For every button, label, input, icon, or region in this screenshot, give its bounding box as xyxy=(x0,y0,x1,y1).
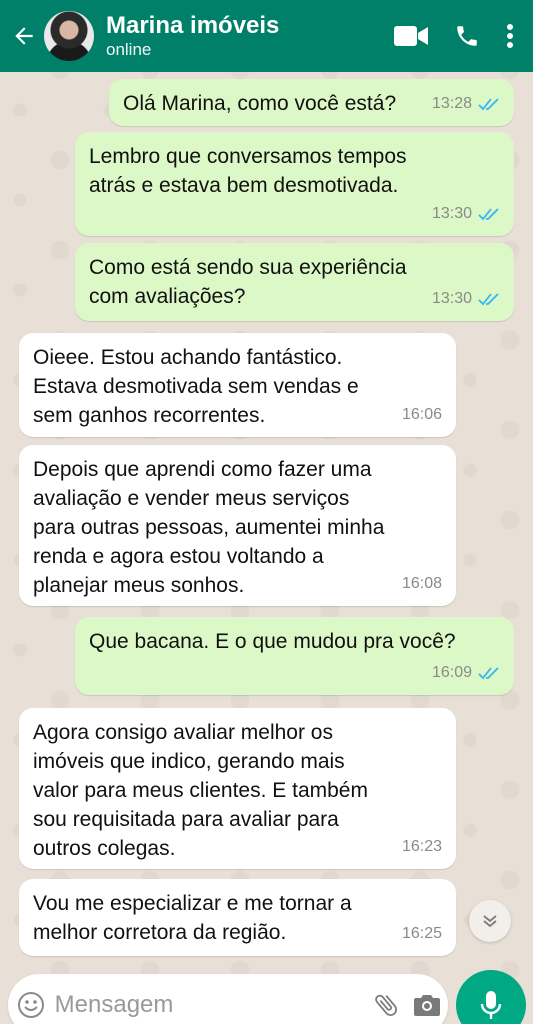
message-bubble-incoming[interactable]: Vou me especializar e me tornar a melhor… xyxy=(19,879,456,956)
message-meta: 16:08 xyxy=(402,569,442,598)
message-bubble-outgoing[interactable]: Olá Marina, como você está? 13:28 xyxy=(109,79,514,126)
message-text: Vou me especializar e me tornar a melhor… xyxy=(33,892,352,944)
message-time: 16:25 xyxy=(401,925,442,942)
double-check-icon xyxy=(478,207,499,220)
chevron-down-icon xyxy=(483,915,497,928)
back-button[interactable] xyxy=(4,0,44,72)
camera-icon xyxy=(414,995,441,1016)
more-options-button[interactable] xyxy=(495,0,525,72)
double-check-icon xyxy=(478,666,499,679)
double-check-icon xyxy=(478,97,499,110)
message-text: Lembro que conversamos tempos atrás e es… xyxy=(89,145,407,197)
message-text: Que bacana. E o que mudou pra você? xyxy=(89,630,456,653)
scroll-to-bottom-button[interactable] xyxy=(469,900,511,942)
message-bubble-outgoing[interactable]: Lembro que conversamos tempos atrás e es… xyxy=(75,132,514,236)
message-meta: 13:30 xyxy=(432,284,500,313)
back-arrow-icon xyxy=(15,27,33,45)
message-time: 16:09 xyxy=(431,664,472,681)
message-meta: 16:09 xyxy=(432,658,500,687)
mic-icon xyxy=(480,991,502,1019)
message-time: 16:06 xyxy=(401,406,442,423)
message-text: Oieee. Estou achando fantástico. Estava … xyxy=(33,346,359,427)
message-meta: 16:23 xyxy=(402,832,442,861)
message-bubble-incoming[interactable]: Depois que aprendi como fazer uma avalia… xyxy=(19,445,456,606)
message-bubble-outgoing[interactable]: Como está sendo sua experiência com aval… xyxy=(75,243,514,321)
voice-call-button[interactable] xyxy=(439,0,495,72)
message-input[interactable] xyxy=(54,985,365,1024)
message-composer xyxy=(8,974,448,1024)
message-bubble-incoming[interactable]: Oieee. Estou achando fantástico. Estava … xyxy=(19,333,456,437)
message-time: 13:28 xyxy=(431,95,472,112)
message-meta: 13:28 xyxy=(432,89,500,118)
video-call-button[interactable] xyxy=(383,0,439,72)
contact-info[interactable]: Marina imóveis online xyxy=(106,12,383,60)
message-bubble-outgoing[interactable]: Que bacana. E o que mudou pra você? 16:0… xyxy=(75,617,514,695)
message-bubble-incoming[interactable]: Agora consigo avaliar melhor os imóveis … xyxy=(19,708,456,869)
message-text: Depois que aprendi como fazer uma avalia… xyxy=(33,458,385,597)
avatar[interactable] xyxy=(44,11,94,61)
attach-icon xyxy=(374,994,397,1016)
message-time: 16:23 xyxy=(401,838,442,855)
message-text: Agora consigo avaliar melhor os imóveis … xyxy=(33,721,368,860)
emoji-icon xyxy=(18,992,45,1018)
emoji-button[interactable] xyxy=(8,991,55,1019)
message-time: 13:30 xyxy=(431,290,472,307)
video-call-icon xyxy=(394,26,428,46)
camera-button[interactable] xyxy=(406,992,448,1018)
message-meta: 16:06 xyxy=(402,400,442,429)
contact-name: Marina imóveis xyxy=(106,12,280,39)
message-meta: 13:30 xyxy=(432,199,500,228)
phone-icon xyxy=(457,26,477,46)
more-options-icon xyxy=(507,24,513,48)
double-check-icon xyxy=(478,292,499,305)
message-time: 13:30 xyxy=(431,205,472,222)
attach-button[interactable] xyxy=(365,991,407,1019)
message-time: 16:08 xyxy=(401,575,442,592)
message-meta: 16:25 xyxy=(402,919,442,948)
chat-header: Marina imóveis online xyxy=(0,0,533,72)
contact-status: online xyxy=(106,40,152,59)
